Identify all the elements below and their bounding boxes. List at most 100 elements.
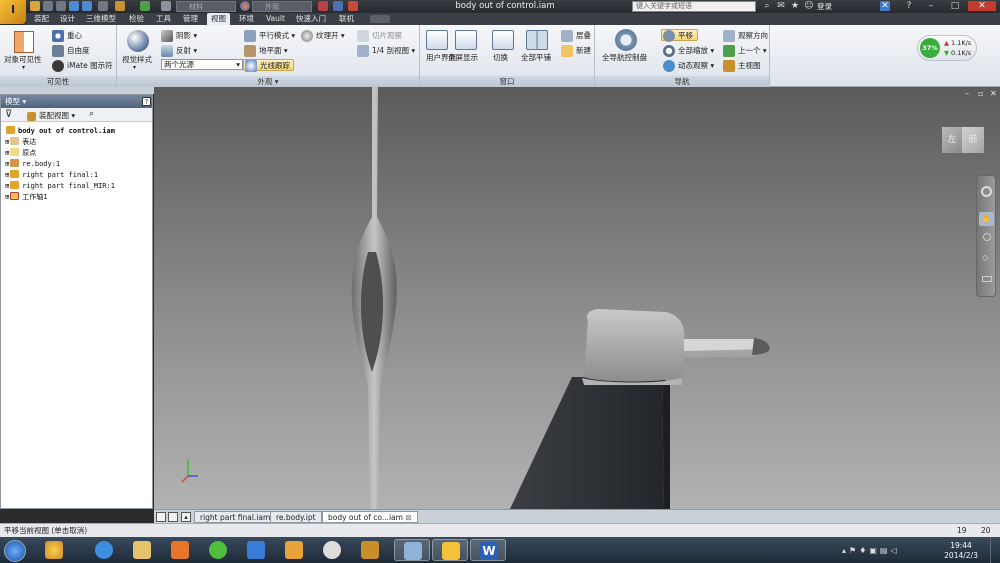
new-icon[interactable]: [30, 1, 40, 11]
home-view-button[interactable]: 主视图: [723, 60, 761, 72]
previous-view-button[interactable]: 上一个 ▾: [723, 45, 767, 57]
viewcube-front-face[interactable]: 前: [962, 127, 984, 153]
zoom-all-button[interactable]: 全部缩放 ▾: [663, 45, 714, 57]
clear-appearance-icon[interactable]: [318, 1, 328, 11]
tree-item[interactable]: ⊞ 原点: [5, 148, 36, 159]
viewport-restore-icon[interactable]: ▫: [978, 89, 983, 98]
help-icon[interactable]: ?: [904, 1, 914, 11]
tab-tools[interactable]: 工具: [152, 13, 175, 25]
update-icon[interactable]: [140, 1, 150, 11]
pan-hand-icon[interactable]: ✋: [979, 212, 994, 226]
tab-design[interactable]: 设计: [56, 13, 79, 25]
tile-windows-icon[interactable]: [156, 512, 166, 522]
doc-tab-re-body[interactable]: re.body.ipt: [270, 511, 322, 523]
graphics-viewport[interactable]: 左 前 – ▫ ✕ ✋ ◇: [154, 87, 1000, 509]
fullscreen-button[interactable]: 全屏显示: [448, 52, 478, 63]
start-button[interactable]: [4, 540, 26, 562]
view-cube[interactable]: 左 前: [942, 127, 984, 157]
tree-item[interactable]: ⊞ right part final_MIR:1: [5, 181, 115, 192]
close-tab-icon[interactable]: ⊠: [405, 513, 411, 522]
zoom-icon[interactable]: [983, 233, 991, 241]
orbit-button[interactable]: 动态观察 ▾: [663, 60, 714, 72]
imate-button[interactable]: iMate 图示符: [52, 60, 113, 72]
tab-view[interactable]: 视图: [207, 13, 230, 25]
switch-button[interactable]: 切换: [493, 52, 508, 63]
tree-item[interactable]: ⊞ 表达: [5, 137, 36, 148]
tray-icons[interactable]: ▴⚑♦▣▤◁: [842, 546, 932, 555]
tab-menu-icon[interactable]: ▴: [181, 512, 191, 522]
undo-icon[interactable]: [69, 1, 79, 11]
chevron-down-icon[interactable]: ▾: [133, 64, 136, 71]
view-dropdown[interactable]: 装配视图 ▾: [27, 110, 75, 121]
taskbar-app-green[interactable]: [200, 539, 236, 561]
help-search-input[interactable]: 键入关键字或短语: [632, 1, 756, 12]
material-dropdown[interactable]: 材料: [176, 1, 236, 12]
exchange-icon[interactable]: ✕: [880, 1, 890, 11]
ground-plane-button[interactable]: 地平面 ▾: [244, 45, 288, 57]
doc-tab-right-part-final[interactable]: right part final.iam: [194, 511, 277, 523]
tab-vault[interactable]: Vault: [262, 13, 289, 25]
appearance-dropdown[interactable]: 外观: [252, 1, 312, 12]
pan-button[interactable]: 平移: [661, 29, 698, 42]
taskbar-app-1[interactable]: [36, 539, 72, 561]
texture-button[interactable]: 纹理开 ▾: [301, 30, 345, 42]
help-icon[interactable]: ?: [142, 97, 151, 106]
close-icon[interactable]: ✕: [968, 1, 996, 11]
taskbar-media[interactable]: [162, 539, 198, 561]
orbit-icon[interactable]: ◇: [982, 253, 988, 262]
taskbar-ie[interactable]: [86, 539, 122, 561]
tree-item-root[interactable]: body out of control.iam: [5, 126, 115, 137]
doc-tab-body-out-of-control[interactable]: body out of co...iam ⊠: [322, 511, 418, 523]
full-nav-wheel-button[interactable]: 全导航控制盘: [602, 52, 647, 63]
tab-get-started[interactable]: 快速入门: [292, 13, 330, 25]
taskbar-inventor[interactable]: [432, 539, 468, 561]
chevron-down-icon[interactable]: ▾: [22, 64, 25, 71]
taskbar-app-bird[interactable]: [276, 539, 312, 561]
taskbar-app-window[interactable]: [394, 539, 430, 561]
find-binoculars-icon[interactable]: ⌕: [89, 109, 94, 119]
filter-icon[interactable]: ⊽: [5, 109, 12, 121]
reflection-button[interactable]: 反射 ▾: [161, 45, 197, 57]
tree-item[interactable]: ⊞ 工作轴1: [5, 192, 47, 203]
user-icon[interactable]: ☺: [804, 1, 814, 11]
show-desktop-button[interactable]: [990, 537, 1000, 563]
cascade-windows-icon[interactable]: [168, 512, 178, 522]
redo-icon[interactable]: [82, 1, 92, 11]
steering-wheel-icon[interactable]: [981, 186, 992, 197]
tab-environments[interactable]: 环境: [235, 13, 258, 25]
shadows-button[interactable]: 阴影 ▾: [161, 30, 197, 42]
tile-all-button[interactable]: 全部平铺: [521, 52, 551, 63]
taskbar-app-film[interactable]: [314, 539, 350, 561]
binoculars-icon[interactable]: ⌕: [762, 1, 772, 11]
section-view-button[interactable]: 切片观察: [357, 30, 402, 42]
system-clock[interactable]: 19:44 2014/2/3: [940, 541, 982, 561]
quarter-section-button[interactable]: 1/4 剖视图 ▾: [357, 45, 415, 57]
login-link[interactable]: 登录: [817, 1, 832, 12]
save-icon[interactable]: [56, 1, 66, 11]
tree-item[interactable]: ⊞ re.body:1: [5, 159, 60, 170]
ribbon-options-icon[interactable]: [370, 15, 390, 23]
lighting-dropdown[interactable]: 两个光源 ▾: [161, 59, 243, 70]
look-at-icon[interactable]: [982, 276, 992, 282]
ray-tracing-button[interactable]: 光线跟踪: [243, 59, 294, 72]
maximize-icon[interactable]: □: [950, 1, 960, 11]
tree-item[interactable]: ⊞ right part final:1: [5, 170, 98, 181]
home-icon[interactable]: [98, 1, 108, 11]
adjust-icon[interactable]: [333, 1, 343, 11]
add-icon[interactable]: [348, 1, 358, 11]
tab-manage[interactable]: 管理: [179, 13, 202, 25]
parallel-mode-button[interactable]: 平行模式 ▾: [244, 30, 295, 42]
new-window-button[interactable]: 新建: [561, 45, 591, 57]
dof-button[interactable]: 自由度: [52, 45, 90, 57]
subscription-icon[interactable]: ✉: [776, 1, 786, 11]
taskbar-wps[interactable]: W: [470, 539, 506, 561]
taskbar-app-plane[interactable]: [238, 539, 274, 561]
browser-header[interactable]: 模型 ▾: [1, 95, 152, 108]
viewport-close-icon[interactable]: ✕: [990, 89, 997, 98]
cascade-button[interactable]: 层叠: [561, 30, 591, 42]
open-icon[interactable]: [43, 1, 53, 11]
viewcube-left-face[interactable]: 左: [942, 127, 962, 153]
view-face-button[interactable]: 观察方向: [723, 30, 768, 42]
app-logo-icon[interactable]: I: [0, 0, 26, 24]
tab-online[interactable]: 联机: [335, 13, 358, 25]
